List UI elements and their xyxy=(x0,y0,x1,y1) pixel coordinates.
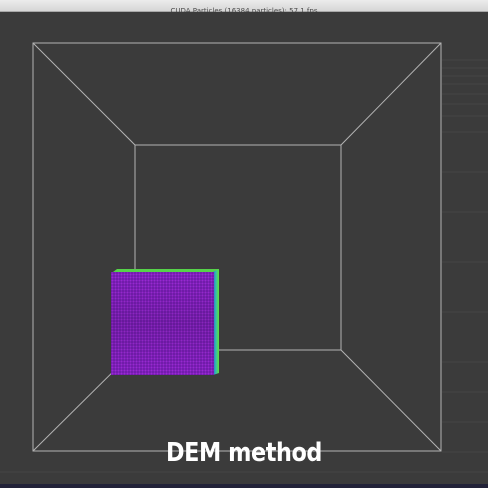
edge-top-right xyxy=(340,42,442,146)
caption-text: DEM method xyxy=(165,438,323,468)
render-noise xyxy=(0,59,488,473)
edge-top-left xyxy=(32,42,136,146)
bottom-strip xyxy=(0,484,488,488)
simulation-viewport[interactable] xyxy=(0,12,488,488)
scene-canvas xyxy=(0,42,488,473)
particle-block xyxy=(111,269,219,375)
edge-bottom-right xyxy=(340,349,442,452)
app-window: CUDA Particles (16384 particles): 57.1 f… xyxy=(0,0,488,488)
bounding-box-wireframe xyxy=(32,42,442,452)
title-bar[interactable]: CUDA Particles (16384 particles): 57.1 f… xyxy=(0,0,488,15)
particle-block-top xyxy=(113,269,219,272)
